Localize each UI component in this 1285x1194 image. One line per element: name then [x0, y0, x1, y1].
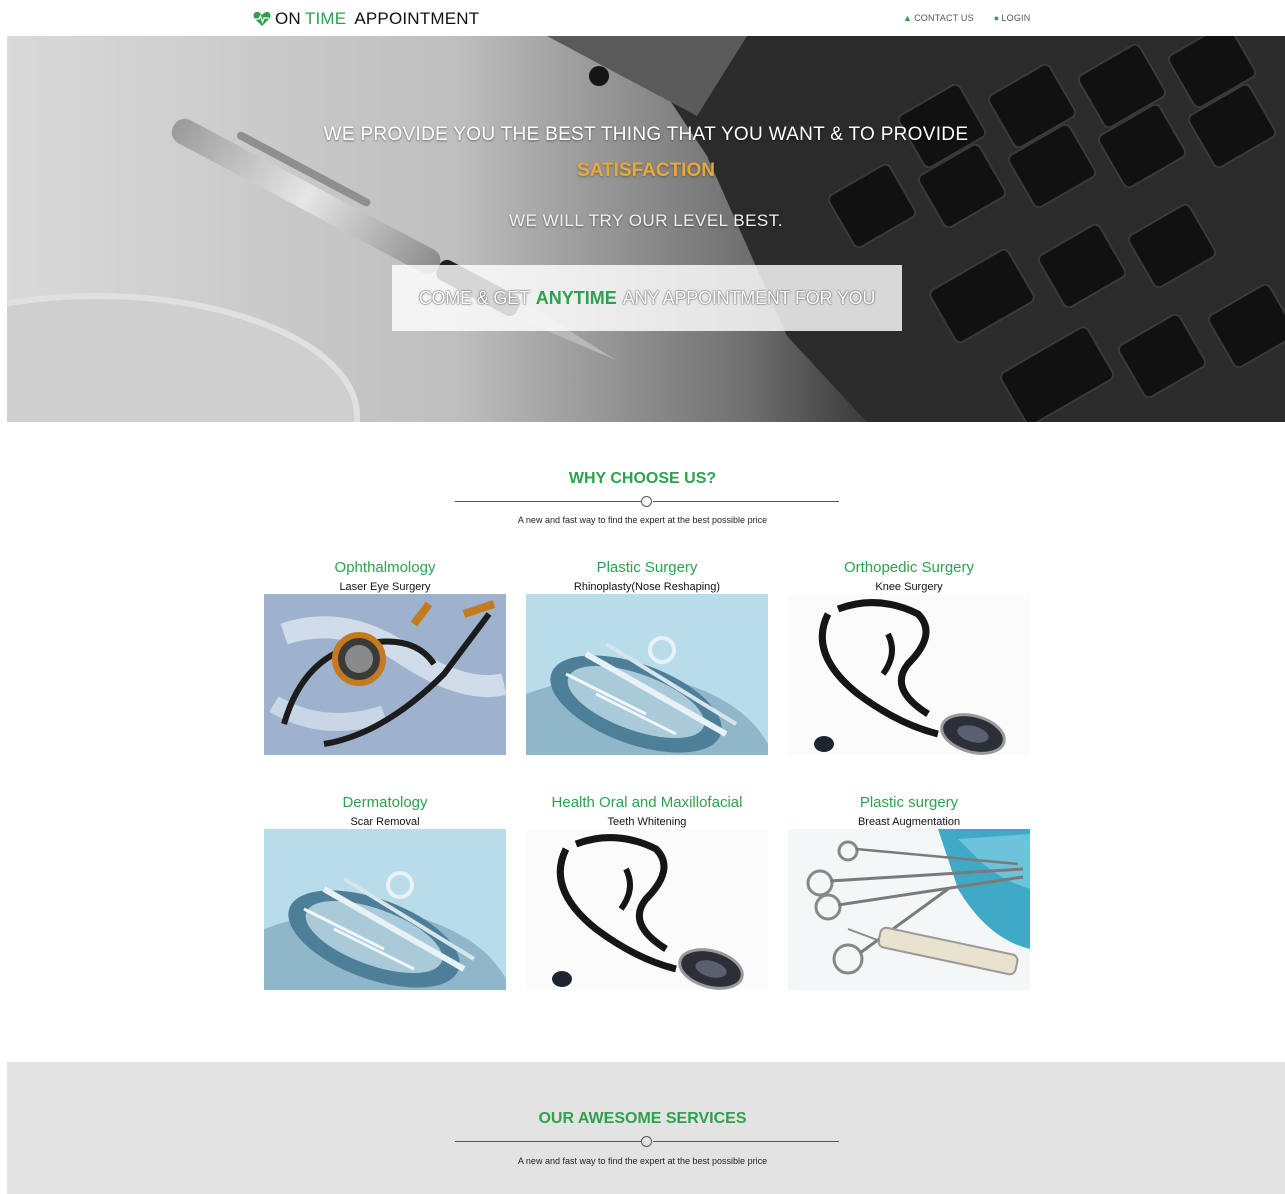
stethoscope-white-image [788, 594, 1030, 755]
hero-title: WE PROVIDE YOU THE BEST THING THAT YOU W… [323, 124, 969, 145]
specialty-card-plastic-surgery[interactable]: Plastic Surgery Rhinoplasty(Nose Reshapi… [526, 558, 768, 755]
specialty-name: Dermatology [342, 794, 428, 811]
divider-circle-icon [641, 1136, 652, 1147]
services-divider [455, 1136, 839, 1148]
procedure-name: Teeth Whitening [607, 816, 687, 828]
cta-text-before: COME & GET [418, 287, 530, 308]
procedure-name: Knee Surgery [875, 581, 943, 593]
specialty-card-dermatology[interactable]: Dermatology Scar Removal [264, 793, 506, 990]
why-section-title: WHY CHOOSE US? [568, 470, 717, 487]
login-label: LOGIN [1001, 13, 1031, 23]
cta-text-strong: ANYTIME [535, 287, 617, 308]
procedure-name: Scar Removal [350, 816, 420, 828]
surgical-tray-image [526, 594, 768, 755]
contact-us-link[interactable]: ▲ CONTACT US [903, 13, 974, 23]
specialty-card-oral-maxillofacial[interactable]: Health Oral and Maxillofacial Teeth Whit… [526, 793, 768, 990]
procedure-name: Breast Augmentation [857, 816, 961, 828]
top-header: ON TIME APPOINTMENT ▲ CONTACT US ● LOGIN [0, 0, 1285, 36]
specialty-name: Health Oral and Maxillofacial [551, 794, 743, 811]
services-section-title: OUR AWESOME SERVICES [538, 1110, 747, 1127]
stethoscope-xray-image [264, 594, 506, 755]
site-logo[interactable]: ON TIME APPOINTMENT [253, 9, 479, 29]
services-section-subtitle: A new and fast way to find the expert at… [517, 1156, 768, 1166]
appointment-cta-button[interactable]: COME & GET ANYTIME ANY APPOINTMENT FOR Y… [392, 265, 902, 331]
contact-us-label: CONTACT US [914, 13, 974, 23]
logo-text-time: TIME [304, 9, 347, 28]
procedure-name: Laser Eye Surgery [339, 581, 431, 593]
specialty-name: Orthopedic Surgery [843, 559, 975, 576]
lock-icon: ▲ [903, 13, 913, 23]
specialty-name: Plastic Surgery [596, 559, 698, 576]
specialty-card-plastic-surgery-breast[interactable]: Plastic surgery Breast Augmentation [788, 793, 1030, 990]
hero-subtitle: WE WILL TRY OUR LEVEL BEST. [509, 211, 783, 230]
logo-text-on: ON [275, 9, 301, 28]
specialty-card-orthopedic-surgery[interactable]: Orthopedic Surgery Knee Surgery [788, 558, 1030, 755]
login-link[interactable]: ● LOGIN [994, 13, 1031, 23]
user-icon: ● [993, 13, 1000, 23]
cta-text-after: ANY APPOINTMENT FOR YOU [622, 287, 876, 308]
why-divider [455, 496, 839, 508]
specialty-card-ophthalmology[interactable]: Ophthalmology Laser Eye Surgery [264, 558, 506, 755]
divider-circle-icon [641, 496, 652, 507]
specialty-name: Ophthalmology [334, 559, 436, 576]
why-section-subtitle: A new and fast way to find the expert at… [517, 515, 768, 525]
scissors-syringe-image [788, 829, 1030, 990]
surgical-tray-image [264, 829, 506, 990]
hero-banner: WE PROVIDE YOU THE BEST THING THAT YOU W… [7, 36, 1285, 422]
services-section [7, 1062, 1285, 1194]
heart-pulse-icon [253, 11, 271, 26]
specialty-name: Plastic surgery [859, 794, 959, 811]
top-nav: ▲ CONTACT US ● LOGIN [903, 13, 1030, 23]
stethoscope-white-image [526, 829, 768, 990]
procedure-name: Rhinoplasty(Nose Reshaping) [573, 581, 721, 593]
logo-text-appointment: APPOINTMENT [354, 9, 480, 28]
hero-highlight: SATISFACTION [577, 160, 715, 181]
